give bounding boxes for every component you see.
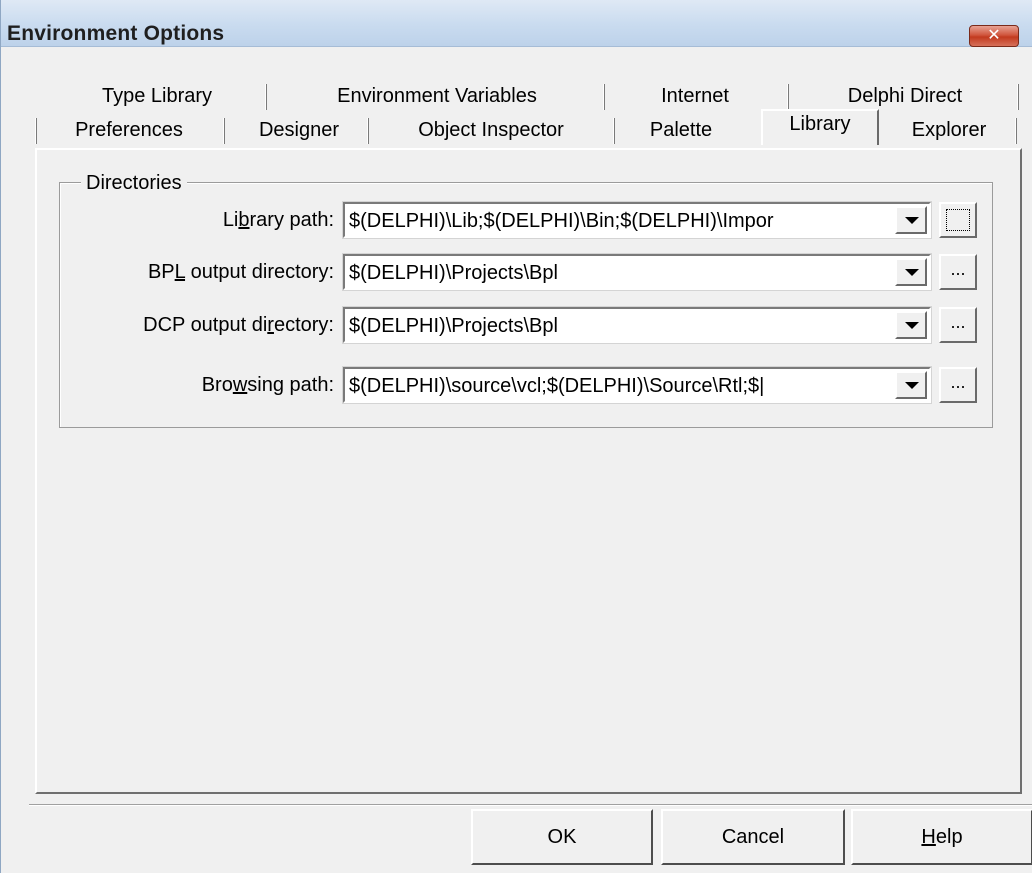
chevron-down-icon <box>905 382 919 389</box>
tab-preferences[interactable]: Preferences <box>45 115 213 145</box>
browse-label: ... <box>950 312 966 332</box>
library-path-label: Library path: <box>223 208 334 232</box>
chevron-down-icon <box>905 217 919 224</box>
directories-group-label: Directories <box>81 172 187 194</box>
tab-designer[interactable]: Designer <box>237 115 361 145</box>
tab-divider <box>35 118 37 144</box>
browsing-path-dropdown-button[interactable] <box>895 371 927 399</box>
help-button[interactable]: Help <box>851 809 1032 865</box>
bpl-output-directory-combo[interactable]: $(DELPHI)\Projects\Bpl <box>342 253 932 291</box>
browsing-path-value: $(DELPHI)\source\vcl;$(DELPHI)\Source\Rt… <box>349 375 765 397</box>
tab-label: Type Library <box>101 85 213 107</box>
label-text: Li <box>222 209 239 231</box>
ok-button[interactable]: OK <box>471 809 653 865</box>
help-label: elp <box>935 826 963 848</box>
close-icon: ✕ <box>987 27 1001 44</box>
tab-delphi-direct[interactable]: Delphi Direct <box>813 81 997 111</box>
accelerator-key: H <box>921 826 936 848</box>
cancel-label: Cancel <box>721 826 785 848</box>
browsing-path-browse-button[interactable]: ... <box>939 367 977 403</box>
tab-divider <box>787 84 789 110</box>
tab-label: Explorer <box>911 119 987 141</box>
browsing-path-label: Browsing path: <box>202 373 334 397</box>
accelerator-key: L <box>174 261 186 283</box>
tab-label: Library <box>789 113 851 135</box>
dcp-output-directory-value: $(DELPHI)\Projects\Bpl <box>349 315 558 337</box>
close-button[interactable]: ✕ <box>969 25 1019 47</box>
tab-row-back: Type Library Environment Variables Inter… <box>1 81 1032 111</box>
library-path-browse-button[interactable] <box>939 202 977 238</box>
bpl-output-browse-button[interactable]: ... <box>939 254 977 290</box>
tab-object-inspector[interactable]: Object Inspector <box>375 115 607 145</box>
dcp-output-directory-label: DCP output directory: <box>143 313 334 337</box>
tab-palette[interactable]: Palette <box>619 115 743 145</box>
tab-label: Palette <box>649 119 713 141</box>
bpl-output-directory-value: $(DELPHI)\Projects\Bpl <box>349 262 558 284</box>
tab-divider <box>603 84 605 110</box>
tab-divider <box>265 84 267 110</box>
tab-library[interactable]: Library <box>761 109 879 145</box>
window-title: Environment Options <box>7 22 225 45</box>
library-path-value: $(DELPHI)\Lib;$(DELPHI)\Bin;$(DELPHI)\Im… <box>349 210 774 232</box>
browse-label: ... <box>950 372 966 392</box>
browsing-path-combo[interactable]: $(DELPHI)\source\vcl;$(DELPHI)\Source\Rt… <box>342 366 932 404</box>
tab-divider <box>223 118 225 144</box>
dcp-output-browse-button[interactable]: ... <box>939 307 977 343</box>
ok-label: OK <box>547 826 577 848</box>
tab-label: Object Inspector <box>418 119 564 141</box>
bpl-output-dropdown-button[interactable] <box>895 258 927 286</box>
tab-internet[interactable]: Internet <box>625 81 765 111</box>
tab-label: Preferences <box>75 119 183 141</box>
tab-divider <box>1017 84 1019 110</box>
label-text: rary path: <box>249 209 334 231</box>
tab-label: Internet <box>661 85 729 107</box>
library-path-dropdown-button[interactable] <box>895 206 927 234</box>
accelerator-key: b <box>238 209 250 231</box>
label-text: sing path: <box>247 374 334 396</box>
accelerator-key: w <box>232 374 248 396</box>
tab-label: Environment Variables <box>337 85 537 107</box>
tab-label: Delphi Direct <box>847 85 963 107</box>
button-separator <box>29 804 1032 806</box>
bpl-output-directory-label: BPL output directory: <box>148 260 334 284</box>
chevron-down-icon <box>905 322 919 329</box>
tab-environment-variables[interactable]: Environment Variables <box>293 81 581 111</box>
label-text: BP <box>147 261 175 283</box>
label-text: ectory: <box>273 314 334 336</box>
environment-options-dialog: Environment Options ✕ Type Library Envir… <box>0 0 1032 873</box>
tab-divider <box>367 118 369 144</box>
dcp-output-directory-combo[interactable]: $(DELPHI)\Projects\Bpl <box>342 306 932 344</box>
tab-divider <box>1015 118 1017 144</box>
browse-label: ... <box>950 259 966 279</box>
tab-type-library[interactable]: Type Library <box>67 81 247 111</box>
label-text: output directory: <box>185 261 334 283</box>
chevron-down-icon <box>905 269 919 276</box>
cancel-button[interactable]: Cancel <box>661 809 845 865</box>
label-text: DCP output di <box>143 314 268 336</box>
title-bar: Environment Options ✕ <box>1 0 1032 47</box>
tab-divider <box>613 118 615 144</box>
dcp-output-dropdown-button[interactable] <box>895 311 927 339</box>
label-text: Bro <box>201 374 233 396</box>
tab-explorer[interactable]: Explorer <box>891 115 1007 145</box>
accelerator-key: r <box>267 314 274 336</box>
tab-row-front: Preferences Designer Object Inspector Pa… <box>1 109 1032 145</box>
library-path-combo[interactable]: $(DELPHI)\Lib;$(DELPHI)\Bin;$(DELPHI)\Im… <box>342 201 932 239</box>
tab-label: Designer <box>258 119 340 141</box>
